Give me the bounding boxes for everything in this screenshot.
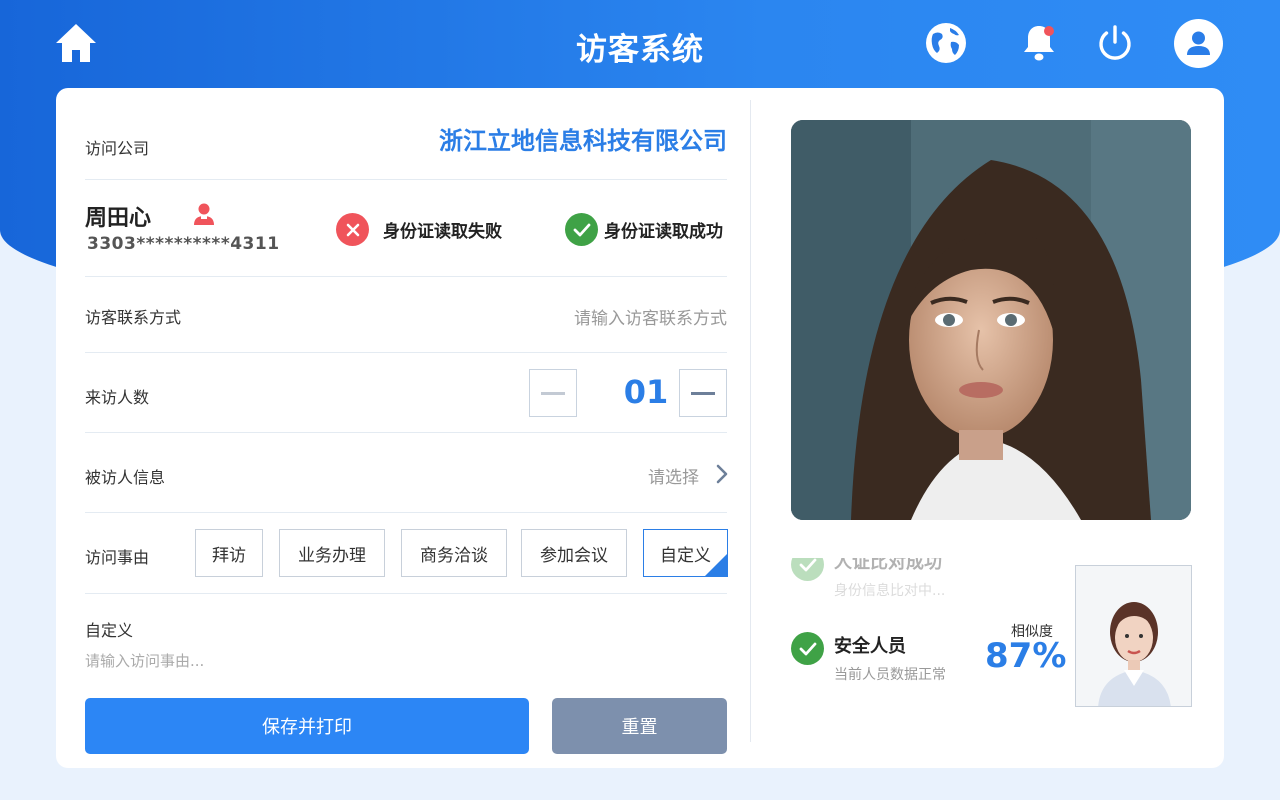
app-title: 访客系统 bbox=[576, 32, 704, 68]
check-icon bbox=[791, 558, 824, 581]
contact-placeholder: 请输入访客联系方式 bbox=[574, 309, 727, 329]
visitor-photo bbox=[791, 120, 1191, 520]
security-subtitle: 当前人员数据正常 bbox=[834, 667, 946, 683]
vertical-divider bbox=[750, 100, 751, 742]
divider bbox=[85, 432, 727, 433]
minus-icon bbox=[691, 391, 715, 395]
id-portrait-image bbox=[1076, 566, 1191, 706]
chevron-right-icon[interactable] bbox=[716, 464, 728, 484]
visitor-info-row: 周田心 3303**********4311 身份证读取失败 身份证读取成功 bbox=[85, 88, 727, 278]
divider bbox=[85, 593, 727, 594]
host-select[interactable]: 请选择 bbox=[85, 444, 727, 504]
save-print-button[interactable]: 保存并打印 bbox=[85, 698, 529, 754]
portrait-image bbox=[791, 120, 1191, 520]
notification-dot bbox=[1044, 26, 1054, 36]
face-match-status: 人证比对成功 身份信息比对中... bbox=[791, 558, 945, 602]
contact-input[interactable]: 请输入访客联系方式 bbox=[85, 284, 727, 344]
power-icon[interactable] bbox=[1092, 20, 1138, 66]
reason-option-business[interactable]: 业务办理 bbox=[279, 529, 385, 577]
divider bbox=[85, 512, 727, 513]
similarity-value: 87% bbox=[985, 636, 1067, 676]
avatar-icon[interactable] bbox=[1174, 19, 1223, 68]
reason-option-negotiation[interactable]: 商务洽谈 bbox=[401, 529, 507, 577]
visitor-id-number: 3303**********4311 bbox=[87, 234, 280, 254]
check-icon bbox=[791, 632, 824, 665]
face-match-title: 人证比对成功 bbox=[834, 558, 942, 573]
security-title: 安全人员 bbox=[834, 636, 906, 657]
reason-option-meeting[interactable]: 参加会议 bbox=[521, 529, 627, 577]
reason-option-custom[interactable]: 自定义 bbox=[643, 529, 728, 577]
reason-option-visit[interactable]: 拜访 bbox=[195, 529, 263, 577]
minus-icon bbox=[541, 391, 565, 395]
increment-button[interactable] bbox=[679, 369, 727, 417]
error-icon bbox=[336, 213, 369, 246]
reason-label: 访问事由 bbox=[85, 548, 150, 567]
reset-button[interactable]: 重置 bbox=[552, 698, 727, 754]
custom-label: 自定义 bbox=[85, 621, 134, 640]
visitor-count-label: 来访人数 bbox=[85, 388, 150, 407]
custom-reason-input[interactable] bbox=[85, 652, 485, 670]
host-placeholder: 请选择 bbox=[648, 468, 699, 488]
divider bbox=[85, 276, 727, 277]
top-bar: 访客系统 bbox=[0, 0, 1280, 88]
bell-icon[interactable] bbox=[1016, 20, 1062, 66]
id-read-fail-status: 身份证读取失败 bbox=[336, 213, 502, 246]
id-card-photo bbox=[1075, 565, 1192, 707]
globe-icon[interactable] bbox=[923, 20, 969, 66]
id-read-fail-text: 身份证读取失败 bbox=[383, 222, 502, 242]
check-icon bbox=[565, 213, 598, 246]
id-read-success-status: 身份证读取成功 bbox=[565, 213, 723, 246]
id-read-success-text: 身份证读取成功 bbox=[604, 222, 723, 242]
visitor-count-value: 01 bbox=[623, 373, 669, 411]
visitor-card: 访问公司 浙江立地信息科技有限公司 周田心 3303**********4311… bbox=[56, 88, 1224, 768]
security-status: 安全人员 当前人员数据正常 bbox=[791, 632, 946, 684]
face-match-subtitle: 身份信息比对中... bbox=[834, 583, 946, 599]
decrement-button[interactable] bbox=[529, 369, 577, 417]
person-icon bbox=[194, 203, 214, 225]
divider bbox=[85, 352, 727, 353]
visitor-name: 周田心 bbox=[85, 206, 152, 231]
